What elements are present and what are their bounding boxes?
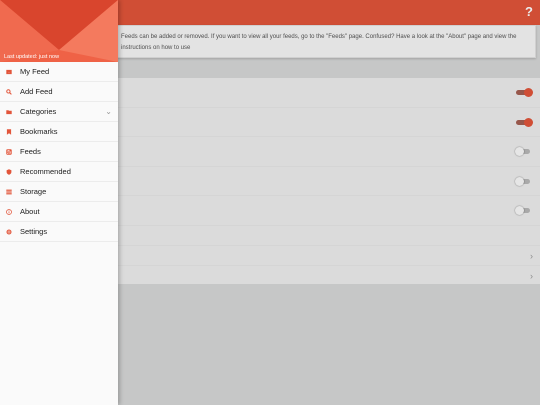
chevron-down-icon[interactable]: ⌄ xyxy=(105,107,112,116)
nav-item-about[interactable]: About xyxy=(0,202,118,222)
nav-item-label: Storage xyxy=(20,187,47,196)
gear-icon xyxy=(6,228,20,235)
nav-item-settings[interactable]: Settings xyxy=(0,222,118,242)
nav-item-label: Add Feed xyxy=(20,87,53,96)
nav-item-label: Bookmarks xyxy=(20,127,58,136)
nav-item-label: About xyxy=(20,207,40,216)
nav-item-label: Categories xyxy=(20,107,57,116)
nav-item-bookmarks[interactable]: Bookmarks xyxy=(0,122,118,142)
nav-item-label: My Feed xyxy=(20,67,50,76)
inbox-icon xyxy=(6,69,20,75)
shield-icon xyxy=(6,168,20,175)
folder-icon xyxy=(6,109,20,115)
nav-item-categories[interactable]: Categories ⌄ xyxy=(0,102,118,122)
storage-icon xyxy=(6,189,20,195)
nav-item-recommended[interactable]: Recommended xyxy=(0,162,118,182)
nav-item-label: Feeds xyxy=(20,147,41,156)
header-pattern xyxy=(0,0,118,62)
navigation-drawer: Last updated: just now My Feed Add Feed … xyxy=(0,0,118,405)
nav-item-my-feed[interactable]: My Feed xyxy=(0,62,118,82)
drawer-header: Last updated: just now xyxy=(0,0,118,62)
nav-item-label: Recommended xyxy=(20,167,71,176)
nav-item-storage[interactable]: Storage xyxy=(0,182,118,202)
nav-item-label: Settings xyxy=(20,227,48,236)
rss-icon xyxy=(6,148,20,155)
nav-item-feeds[interactable]: Feeds xyxy=(0,142,118,162)
search-icon xyxy=(6,88,20,95)
last-updated-text: Last updated: just now xyxy=(4,54,60,60)
info-icon xyxy=(6,208,20,215)
bookmark-icon xyxy=(6,128,20,135)
nav-item-add-feed[interactable]: Add Feed xyxy=(0,82,118,102)
